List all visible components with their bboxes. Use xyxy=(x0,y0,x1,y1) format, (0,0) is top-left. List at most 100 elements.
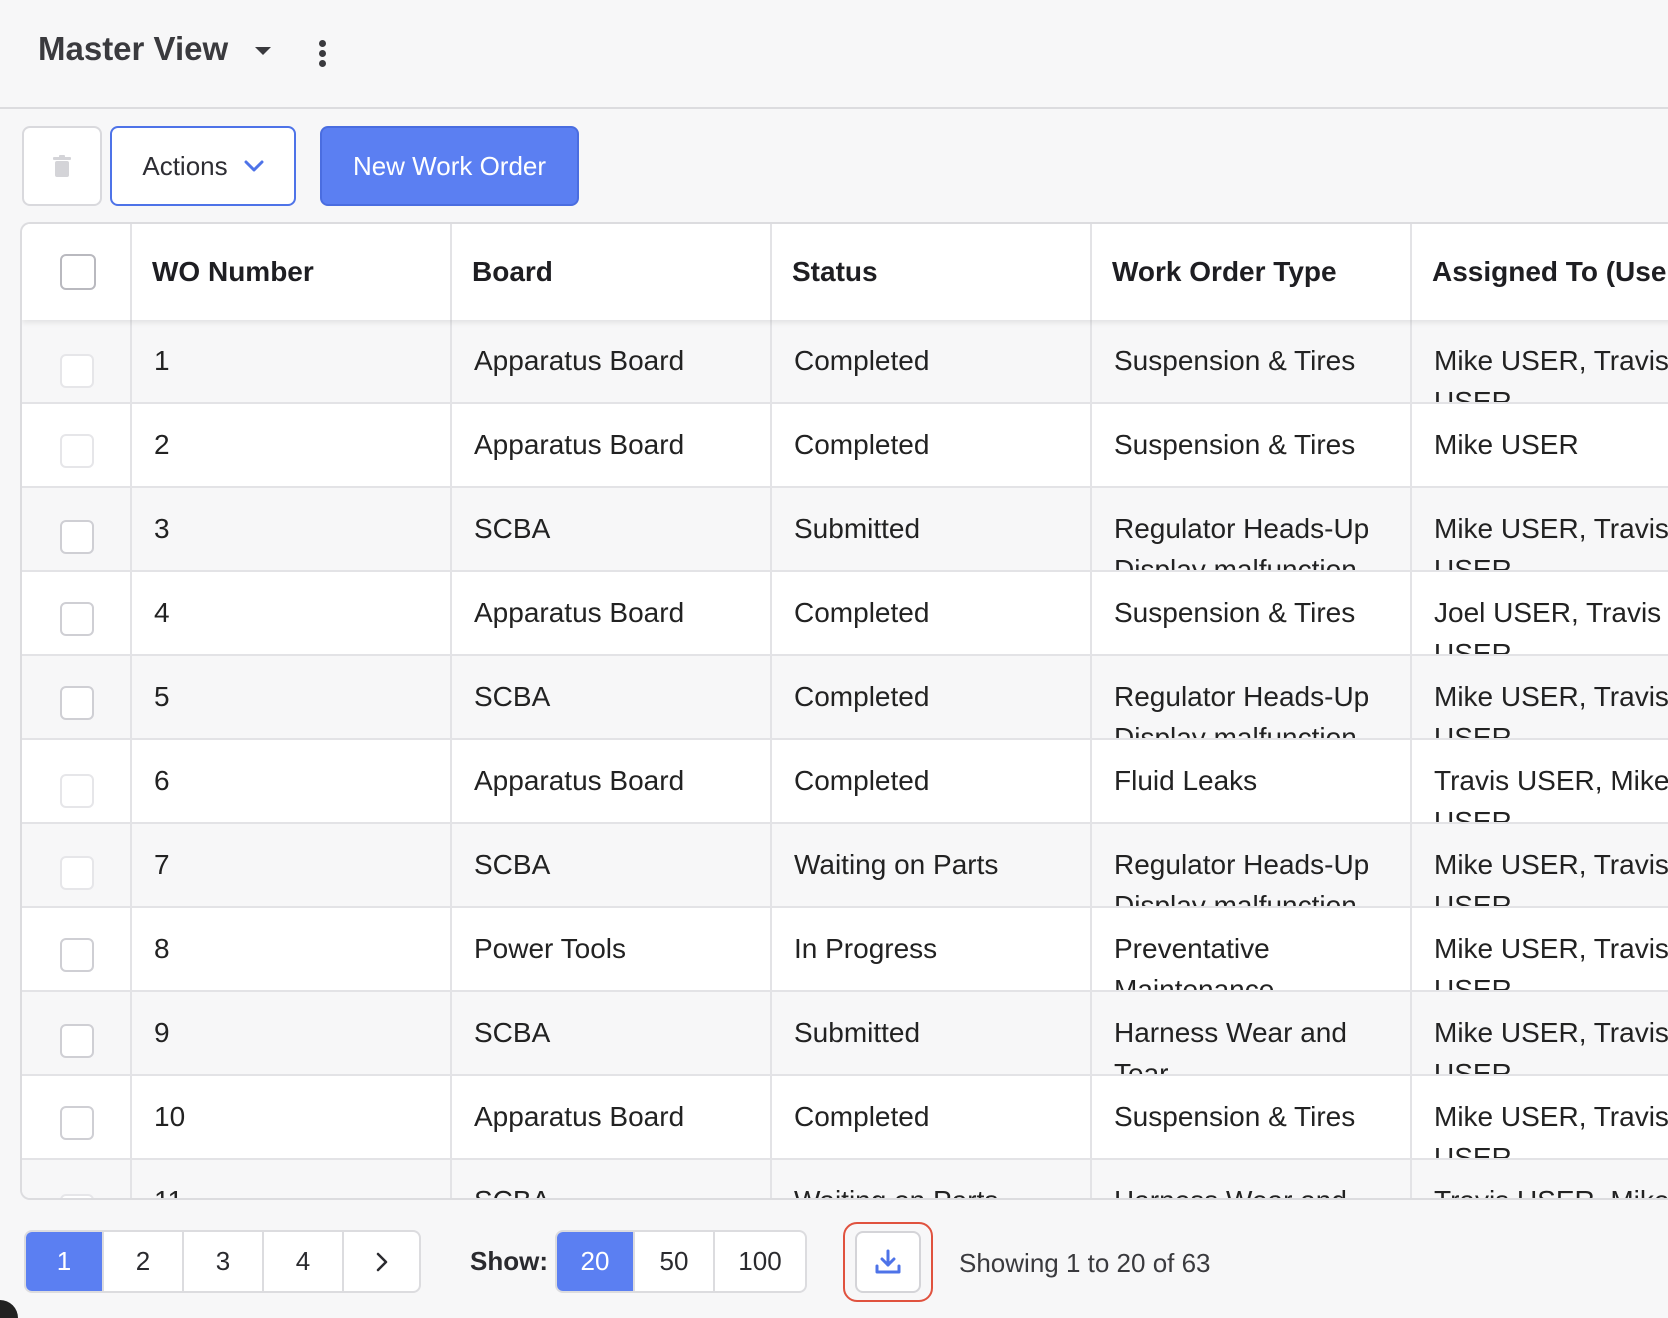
board-cell: SCBA xyxy=(452,992,772,1074)
download-button[interactable] xyxy=(855,1231,921,1293)
status-cell-text: Completed xyxy=(794,1101,930,1132)
status-cell: Completed xyxy=(772,656,1092,738)
row-checkbox[interactable] xyxy=(60,856,94,890)
column-header-work-order-type[interactable]: Work Order Type xyxy=(1092,224,1412,320)
wo-number-cell-text: 6 xyxy=(154,765,170,796)
assigned-to-cell-text: Mike USER, Travis USER xyxy=(1434,513,1668,570)
status-cell: Completed xyxy=(772,320,1092,402)
work-order-type-cell-text: Harness Wear and Tear xyxy=(1114,1017,1347,1074)
wo-number-cell-text: 8 xyxy=(154,933,170,964)
status-cell-text: Completed xyxy=(794,681,930,712)
status-cell-text: Completed xyxy=(794,597,930,628)
work-order-type-cell-text: Suspension & Tires xyxy=(1114,1101,1356,1132)
row-checkbox[interactable] xyxy=(60,1024,94,1058)
actions-label: Actions xyxy=(142,150,228,181)
board-cell: Apparatus Board xyxy=(452,404,772,486)
row-select-cell xyxy=(22,488,132,570)
column-header-board[interactable]: Board xyxy=(452,224,772,320)
page-button-2[interactable]: 2 xyxy=(104,1232,184,1291)
assigned-to-cell: Mike USER, Travis USER xyxy=(1412,992,1668,1074)
table-row[interactable]: 5 SCBA Completed Regulator Heads-Up Display… xyxy=(22,656,1668,740)
board-cell: SCBA xyxy=(452,824,772,906)
row-select-cell xyxy=(22,1076,132,1158)
assigned-to-cell-text: Mike USER, Travis USER xyxy=(1434,849,1668,906)
work-order-type-cell: Fluid Leaks xyxy=(1092,740,1412,822)
table-row[interactable]: 6 Apparatus Board Completed Fluid Leaks Trav… xyxy=(22,740,1668,824)
table-row[interactable]: 11 SCBA Waiting on Parts Harness Wear and T… xyxy=(22,1160,1668,1198)
column-header-assigned-to[interactable]: Assigned To (User xyxy=(1412,224,1668,320)
assigned-to-cell-text: Travis USER, Mike USER xyxy=(1434,1160,1668,1198)
row-select-cell xyxy=(22,908,132,990)
board-cell-text: SCBA xyxy=(474,1160,764,1198)
status-cell: Completed xyxy=(772,404,1092,486)
page-button-3[interactable]: 3 xyxy=(184,1232,264,1291)
table-row[interactable]: 10 Apparatus Board Completed Suspension & T… xyxy=(22,1076,1668,1160)
view-title[interactable]: Master View xyxy=(38,30,228,68)
status-cell: Completed xyxy=(772,740,1092,822)
wo-number-cell-text: 1 xyxy=(154,345,170,376)
work-order-type-cell-text: Suspension & Tires xyxy=(1114,345,1356,376)
board-cell-text: SCBA xyxy=(474,681,551,712)
row-checkbox[interactable] xyxy=(60,938,94,972)
work-order-type-cell: Suspension & Tires xyxy=(1092,320,1412,402)
page-button-4[interactable]: 4 xyxy=(264,1232,344,1291)
actions-dropdown-button[interactable]: Actions xyxy=(110,126,296,206)
table-row[interactable]: 8 Power Tools In Progress Preventative Main… xyxy=(22,908,1668,992)
row-select-cell xyxy=(22,1160,132,1198)
next-page-button[interactable] xyxy=(344,1232,419,1291)
row-select-cell xyxy=(22,740,132,822)
wo-number-cell: 3 xyxy=(132,488,452,570)
table-header: WO Number Board Status Work Order Type A… xyxy=(22,224,1668,320)
page-size-100[interactable]: 100 xyxy=(715,1232,805,1291)
page-button-1[interactable]: 1 xyxy=(26,1232,104,1291)
board-cell-text: Apparatus Board xyxy=(474,597,685,628)
board-cell: SCBA xyxy=(452,656,772,738)
page-size-20[interactable]: 20 xyxy=(557,1232,635,1291)
kebab-menu-icon[interactable] xyxy=(317,40,327,68)
work-order-type-cell-text: Regulator Heads-Up Display malfunction xyxy=(1114,849,1370,906)
page-size-50[interactable]: 50 xyxy=(635,1232,715,1291)
table-row[interactable]: 2 Apparatus Board Completed Suspension & Ti… xyxy=(22,404,1668,488)
wo-number-cell: 8 xyxy=(132,908,452,990)
wo-number-cell: 2 xyxy=(132,404,452,486)
board-cell-text: Apparatus Board xyxy=(474,1101,685,1132)
work-order-type-cell: Regulator Heads-Up Display malfunction xyxy=(1092,656,1412,738)
view-header: Master View xyxy=(0,0,1668,109)
assigned-to-cell: Mike USER xyxy=(1412,404,1668,486)
board-cell: Apparatus Board xyxy=(452,572,772,654)
assigned-to-cell: Travis USER, Mike USER xyxy=(1412,740,1668,822)
delete-button[interactable] xyxy=(22,126,102,206)
row-select-cell xyxy=(22,656,132,738)
board-cell-text: Apparatus Board xyxy=(474,345,685,376)
row-select-cell xyxy=(22,404,132,486)
new-work-order-button[interactable]: New Work Order xyxy=(320,126,579,206)
work-order-type-cell: Suspension & Tires xyxy=(1092,1076,1412,1158)
table-row[interactable]: 9 SCBA Submitted Harness Wear and Tear Mike … xyxy=(22,992,1668,1076)
row-checkbox[interactable] xyxy=(60,774,94,808)
assigned-to-cell-text: Mike USER xyxy=(1434,429,1579,460)
wo-number-cell: 1 xyxy=(132,320,452,402)
chevron-down-icon[interactable] xyxy=(255,47,271,55)
row-checkbox[interactable] xyxy=(60,602,94,636)
board-cell: Power Tools xyxy=(452,908,772,990)
column-header-status[interactable]: Status xyxy=(772,224,1092,320)
table-row[interactable]: 4 Apparatus Board Completed Suspension & Ti… xyxy=(22,572,1668,656)
row-checkbox[interactable] xyxy=(60,1194,94,1198)
chevron-right-icon xyxy=(376,1252,387,1271)
column-header-wo-number[interactable]: WO Number xyxy=(132,224,452,320)
board-cell: SCBA xyxy=(452,1160,772,1198)
row-checkbox[interactable] xyxy=(60,1106,94,1140)
row-checkbox[interactable] xyxy=(60,686,94,720)
work-order-type-cell-text: Regulator Heads-Up Display malfunction xyxy=(1114,681,1370,738)
work-order-type-cell-text: Suspension & Tires xyxy=(1114,429,1356,460)
table-row[interactable]: 7 SCBA Waiting on Parts Regulator Heads-Up … xyxy=(22,824,1668,908)
select-all-checkbox[interactable] xyxy=(60,254,96,290)
table-row[interactable]: 3 SCBA Submitted Regulator Heads-Up Display… xyxy=(22,488,1668,572)
trash-icon xyxy=(53,155,71,177)
row-checkbox[interactable] xyxy=(60,520,94,554)
status-cell-text: Completed xyxy=(794,765,930,796)
status-cell: Submitted xyxy=(772,488,1092,570)
row-checkbox[interactable] xyxy=(60,354,94,388)
table-row[interactable]: 1 Apparatus Board Completed Suspension & Ti… xyxy=(22,320,1668,404)
row-checkbox[interactable] xyxy=(60,434,94,468)
